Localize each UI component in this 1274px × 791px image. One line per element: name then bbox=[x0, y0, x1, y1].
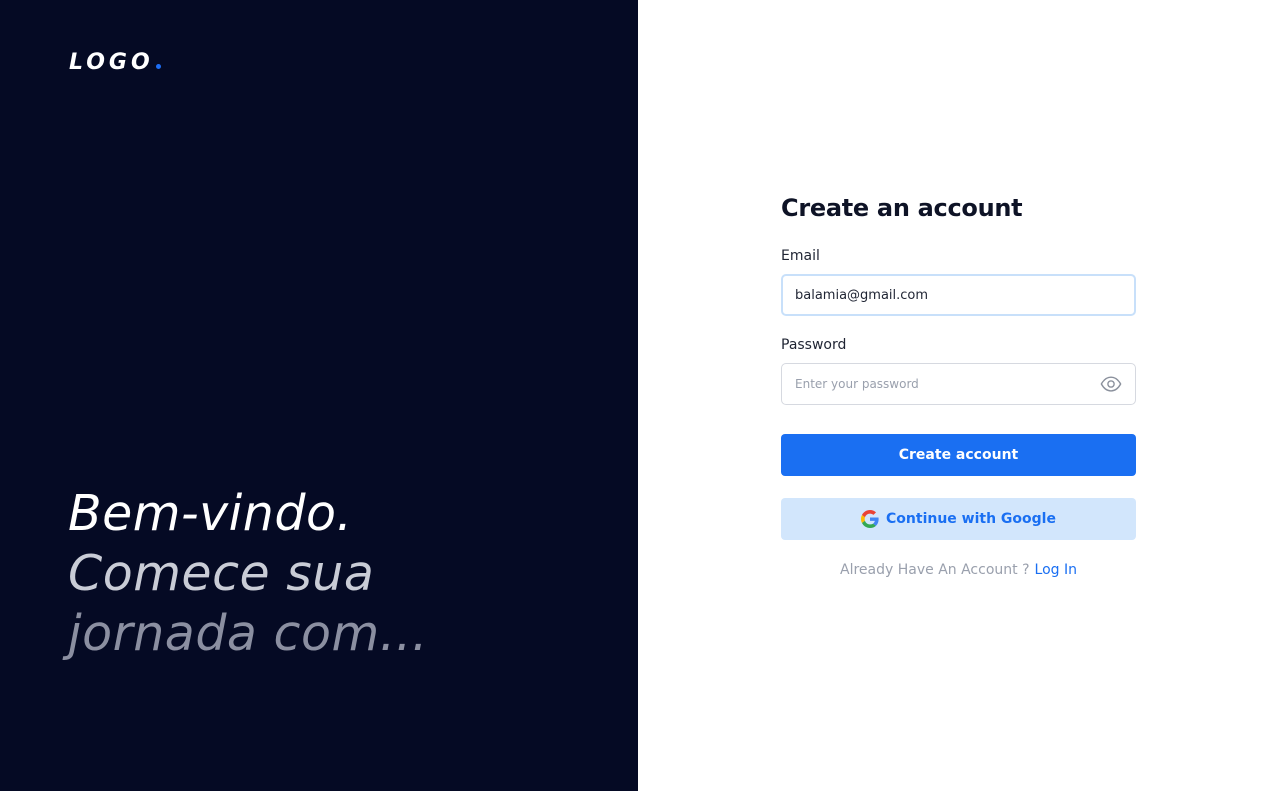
eye-icon[interactable] bbox=[1100, 375, 1122, 393]
google-icon bbox=[861, 510, 879, 528]
google-signin-button[interactable]: Continue with Google bbox=[781, 498, 1136, 540]
logo[interactable]: LOGO bbox=[69, 50, 161, 75]
form-title: Create an account bbox=[781, 194, 1023, 222]
welcome-line-1: Bem-vindo. bbox=[68, 485, 353, 542]
welcome-line-3: jornada com... bbox=[68, 605, 428, 662]
password-field-wrapper bbox=[781, 363, 1136, 405]
google-button-label: Continue with Google bbox=[886, 511, 1056, 527]
logo-text: LOGO bbox=[69, 50, 154, 75]
login-prompt-text: Already Have An Account ? bbox=[840, 562, 1030, 578]
welcome-heading: Bem-vindo. Comece sua jornada com... bbox=[68, 484, 428, 664]
signup-form: Create an account Email Password Create … bbox=[781, 190, 1136, 580]
login-prompt: Already Have An Account ? Log In bbox=[781, 560, 1136, 580]
password-label: Password bbox=[781, 337, 847, 353]
welcome-panel: LOGO Bem-vindo. Comece sua jornada com..… bbox=[0, 0, 638, 791]
login-link[interactable]: Log In bbox=[1035, 562, 1077, 578]
form-panel: Create an account Email Password Create … bbox=[638, 0, 1274, 791]
email-label: Email bbox=[781, 248, 820, 264]
password-field[interactable] bbox=[781, 363, 1136, 405]
signup-page: LOGO Bem-vindo. Comece sua jornada com..… bbox=[0, 0, 1274, 791]
welcome-line-2: Comece sua bbox=[68, 545, 375, 602]
email-field-wrapper bbox=[781, 274, 1136, 316]
logo-dot bbox=[155, 64, 161, 69]
email-field[interactable] bbox=[781, 274, 1136, 316]
create-account-button[interactable]: Create account bbox=[781, 434, 1136, 476]
